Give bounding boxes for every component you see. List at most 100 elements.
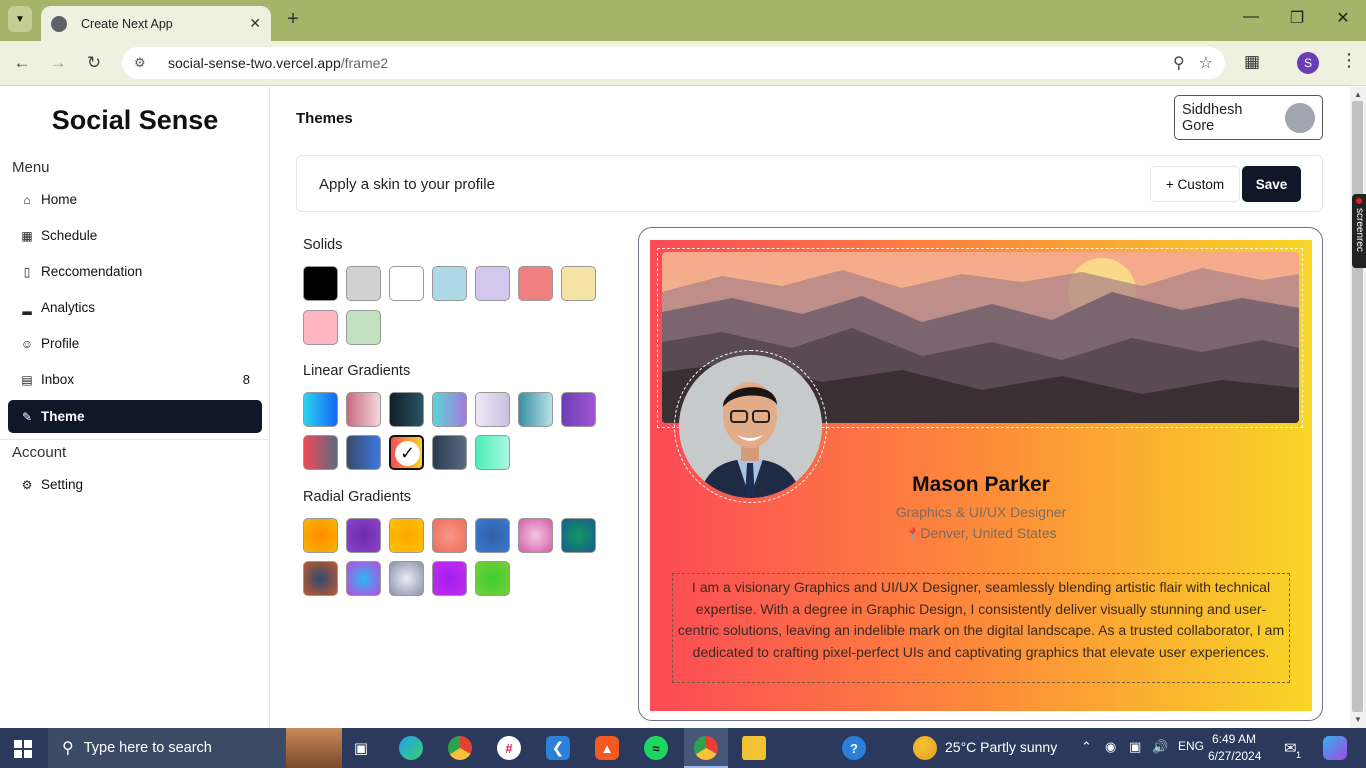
swatch-solid-coral[interactable]: [518, 266, 553, 301]
meet-icon[interactable]: ◉: [1105, 739, 1116, 755]
browser-profile-avatar[interactable]: S: [1297, 52, 1319, 74]
notification-count: 1: [1296, 750, 1302, 760]
swatch-solid-lavender[interactable]: [475, 266, 510, 301]
site-info-icon[interactable]: ⚙: [134, 55, 150, 71]
slack-icon[interactable]: #: [497, 736, 521, 760]
tab-search-button[interactable]: ▼: [8, 6, 32, 32]
swatch-solid-gray[interactable]: [346, 266, 381, 301]
chrome-profile-icon[interactable]: [694, 736, 718, 760]
swatch-radial-5[interactable]: [475, 518, 510, 553]
vscode-icon[interactable]: ❮: [546, 736, 570, 760]
edge-browser-icon[interactable]: [399, 736, 423, 760]
reload-button[interactable]: ↻: [83, 53, 105, 73]
search-highlight-image: [286, 728, 342, 768]
swatch-solid-black[interactable]: [303, 266, 338, 301]
swatch-radial-8[interactable]: [303, 561, 338, 596]
sidebar-item-reccomendation[interactable]: ▯ Reccomendation: [8, 255, 262, 288]
swatch-radial-2[interactable]: [346, 518, 381, 553]
help-icon[interactable]: ?: [842, 736, 866, 760]
profile-name: Mason Parker: [912, 473, 1050, 496]
user-menu-button[interactable]: Siddhesh Gore: [1174, 95, 1323, 140]
swatch-linear-5[interactable]: [475, 392, 510, 427]
swatch-linear-3[interactable]: [389, 392, 424, 427]
new-tab-button[interactable]: +: [282, 8, 304, 31]
swatch-solid-pink[interactable]: [303, 310, 338, 345]
system-clock[interactable]: 6:49 AM 6/27/2024: [1208, 731, 1261, 765]
notifications-icon[interactable]: ✉: [1284, 739, 1297, 757]
swatch-radial-4[interactable]: [432, 518, 467, 553]
weather-text[interactable]: 25°C Partly sunny: [945, 739, 1057, 755]
forward-button[interactable]: →: [47, 53, 69, 73]
task-view-icon[interactable]: ▣: [349, 736, 373, 760]
chrome-icon[interactable]: [448, 736, 472, 760]
windows-start-icon[interactable]: [14, 740, 32, 758]
browser-toolbar: ← → ↻ ⚙ social-sense-two.vercel.app/fram…: [0, 41, 1366, 86]
swatch-linear-1[interactable]: [303, 392, 338, 427]
swatch-radial-6[interactable]: [518, 518, 553, 553]
swatch-linear-8[interactable]: [303, 435, 338, 470]
weather-icon[interactable]: [913, 736, 937, 760]
sidebar-item-inbox[interactable]: ▤ Inbox 8: [8, 363, 262, 396]
swatch-linear-6[interactable]: [518, 392, 553, 427]
close-window-button[interactable]: ✕: [1328, 8, 1358, 28]
solids-heading: Solids: [303, 237, 343, 253]
network-icon[interactable]: ▣: [1129, 739, 1141, 755]
sidebar-item-schedule[interactable]: ▦ Schedule: [8, 219, 262, 252]
chevron-down-icon: ▼: [15, 13, 25, 25]
swatch-linear-11[interactable]: [432, 435, 467, 470]
skin-toolbar-label: Apply a skin to your profile: [319, 176, 495, 193]
language-indicator[interactable]: ENG: [1178, 739, 1204, 753]
swatch-radial-9[interactable]: [346, 561, 381, 596]
save-button[interactable]: Save: [1242, 166, 1301, 202]
swatch-linear-7[interactable]: [561, 392, 596, 427]
swatch-solid-mint[interactable]: [346, 310, 381, 345]
paint-roller-icon: ✎: [21, 409, 33, 424]
swatch-solid-white[interactable]: [389, 266, 424, 301]
swatch-linear-4[interactable]: [432, 392, 467, 427]
sidebar-item-label: Home: [41, 192, 78, 207]
custom-theme-button[interactable]: + Custom: [1150, 166, 1240, 202]
main-content: Themes Siddhesh Gore Apply a skin to you…: [271, 87, 1350, 728]
swatch-linear-9[interactable]: [346, 435, 381, 470]
extensions-icon[interactable]: ▦: [1244, 52, 1260, 72]
minimize-button[interactable]: —: [1236, 8, 1266, 26]
address-bar[interactable]: ⚙ social-sense-two.vercel.app/frame2 ⚲ ☆: [122, 47, 1225, 79]
swatch-radial-1[interactable]: [303, 518, 338, 553]
spotify-icon[interactable]: ≈: [644, 736, 668, 760]
sidebar-item-theme[interactable]: ✎ Theme: [8, 400, 262, 433]
page-scrollbar[interactable]: ▲ ▼: [1350, 87, 1366, 728]
back-button[interactable]: ←: [11, 53, 33, 73]
sidebar-item-analytics[interactable]: ▂ Analytics: [8, 291, 262, 324]
browser-menu-icon[interactable]: ⋮: [1340, 50, 1358, 71]
swatch-linear-2[interactable]: [346, 392, 381, 427]
inbox-count-badge: 8: [242, 372, 250, 387]
sidebar-item-home[interactable]: ⌂ Home: [8, 183, 262, 216]
swatch-solid-wheat[interactable]: [561, 266, 596, 301]
swatch-linear-12[interactable]: [475, 435, 510, 470]
scrollbar-thumb[interactable]: [1352, 101, 1363, 712]
bookmark-star-icon[interactable]: ☆: [1199, 53, 1213, 73]
screen-recorder-tab[interactable]: screenrec: [1352, 194, 1366, 268]
swatch-radial-7[interactable]: [561, 518, 596, 553]
browser-tab[interactable]: Create Next App ✕: [41, 6, 271, 41]
zoom-icon[interactable]: ⚲: [1173, 53, 1185, 73]
swatch-radial-10[interactable]: [389, 561, 424, 596]
swatch-solid-lightblue[interactable]: [432, 266, 467, 301]
profile-role: Graphics & UI/UX Designer: [895, 504, 1067, 520]
brave-icon[interactable]: ▲: [595, 736, 619, 760]
swatch-radial-12[interactable]: [475, 561, 510, 596]
close-tab-icon[interactable]: ✕: [249, 15, 261, 32]
show-hidden-icons-icon[interactable]: ⌃: [1081, 739, 1092, 755]
scroll-down-arrow-icon[interactable]: ▼: [1354, 715, 1362, 724]
sidebar-item-profile[interactable]: ☺ Profile: [8, 327, 262, 360]
swatch-radial-11[interactable]: [432, 561, 467, 596]
restore-button[interactable]: ❐: [1282, 8, 1312, 28]
swatch-linear-10-selected[interactable]: ✓: [389, 435, 424, 470]
volume-icon[interactable]: 🔊: [1152, 739, 1168, 755]
sidebar-item-setting[interactable]: ⚙ Setting: [8, 468, 262, 501]
file-explorer-icon[interactable]: [742, 736, 766, 760]
swatch-radial-3[interactable]: [389, 518, 424, 553]
copilot-icon[interactable]: [1323, 736, 1347, 760]
account-heading: Account: [12, 444, 67, 461]
scroll-up-arrow-icon[interactable]: ▲: [1354, 90, 1362, 99]
